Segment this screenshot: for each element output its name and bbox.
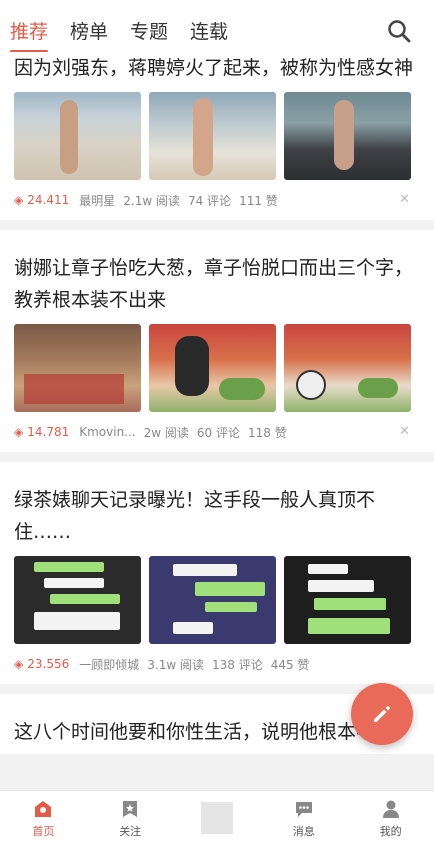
search-icon[interactable] — [386, 18, 412, 44]
thumbnail-row — [14, 324, 420, 412]
top-tab-bar: 推荐 榜单 专题 连载 — [0, 0, 434, 58]
tab-serials[interactable]: 连载 — [190, 15, 228, 44]
tab-ranking[interactable]: 榜单 — [70, 15, 108, 44]
thumbnail-image[interactable] — [149, 324, 276, 412]
thumbnail-image[interactable] — [14, 324, 141, 412]
score: 24.411 — [27, 193, 70, 207]
read-count: 2.1w 阅读 — [123, 193, 180, 208]
tab-topics[interactable]: 专题 — [130, 15, 168, 44]
tab-recommend[interactable]: 推荐 — [10, 15, 49, 53]
nav-profile[interactable]: 我的 — [351, 798, 431, 839]
chat-bubble-icon — [295, 801, 312, 817]
home-icon — [35, 800, 52, 817]
bottom-nav-bar: 首页 关注 消息 我的 — [0, 790, 434, 845]
thumbnail-image[interactable] — [14, 556, 141, 644]
nav-home[interactable]: 首页 — [3, 798, 83, 839]
thumbnail-image[interactable] — [14, 92, 141, 180]
diamond-icon: ◈ — [14, 425, 24, 439]
comment-count: 60 评论 — [196, 425, 240, 440]
article-card[interactable]: 因为刘强东，蒋聘婷火了起来，被称为性感女神 ◈ 24.411 最明星 2.1w … — [0, 52, 434, 220]
article-meta: ◈ 14.781 Kmovin... 2w 阅读 60 评论 118 赞 ✕ — [14, 412, 420, 452]
article-card[interactable]: 绿茶婊聊天记录曝光！这手段一般人真顶不住…… ◈ 23.556 一顾即倾城 3.… — [0, 462, 434, 684]
like-count: 118 赞 — [247, 425, 287, 440]
compose-button[interactable] — [351, 683, 413, 745]
article-title[interactable]: 谢娜让章子怡吃大葱，章子怡脱口而出三个字，教养根本装不出来 — [14, 246, 420, 316]
placeholder-icon — [200, 802, 233, 834]
article-card[interactable]: 谢娜让章子怡吃大葱，章子怡脱口而出三个字，教养根本装不出来 ◈ 14.781 K… — [0, 230, 434, 452]
thumbnail-image[interactable] — [284, 324, 411, 412]
thumbnail-image[interactable] — [149, 556, 276, 644]
nav-center[interactable] — [177, 802, 257, 834]
article-feed: 因为刘强东，蒋聘婷火了起来，被称为性感女神 ◈ 24.411 最明星 2.1w … — [0, 52, 434, 764]
nav-messages[interactable]: 消息 — [264, 798, 344, 839]
nav-label: 我的 — [379, 824, 402, 838]
nav-label: 首页 — [32, 824, 55, 838]
author[interactable]: 最明星 — [79, 192, 115, 209]
close-icon[interactable]: ✕ — [399, 424, 410, 439]
comment-count: 74 评论 — [187, 193, 232, 208]
article-meta: ◈ 24.411 最明星 2.1w 阅读 74 评论 111 赞 ✕ — [14, 180, 420, 220]
like-count: 111 赞 — [239, 193, 278, 208]
read-count: 3.1w 阅读 — [147, 657, 204, 672]
article-meta: ◈ 23.556 一顾即倾城 3.1w 阅读 138 评论 445 赞 — [14, 644, 420, 684]
comment-count: 138 评论 — [211, 657, 263, 672]
author[interactable]: Kmovin... — [79, 425, 135, 439]
thumbnail-row — [14, 92, 420, 180]
thumbnail-image[interactable] — [284, 556, 411, 644]
nav-label: 关注 — [119, 824, 142, 838]
pencil-icon — [374, 706, 390, 722]
bookmark-star-icon — [123, 800, 138, 817]
thumbnail-row — [14, 556, 420, 644]
read-count: 2w 阅读 — [143, 425, 189, 440]
score: 23.556 — [27, 657, 70, 671]
like-count: 445 赞 — [270, 657, 310, 672]
diamond-icon: ◈ — [14, 193, 24, 207]
nav-label: 消息 — [292, 824, 315, 838]
diamond-icon: ◈ — [14, 657, 24, 671]
nav-follow[interactable]: 关注 — [90, 798, 170, 839]
thumbnail-image[interactable] — [284, 92, 411, 180]
score: 14.781 — [27, 425, 70, 439]
user-icon — [382, 800, 399, 818]
thumbnail-image[interactable] — [149, 92, 276, 180]
article-title[interactable]: 因为刘强东，蒋聘婷火了起来，被称为性感女神 — [14, 52, 420, 84]
article-title[interactable]: 绿茶婊聊天记录曝光！这手段一般人真顶不住…… — [14, 478, 420, 548]
author[interactable]: 一顾即倾城 — [79, 656, 139, 673]
close-icon[interactable]: ✕ — [399, 192, 410, 207]
